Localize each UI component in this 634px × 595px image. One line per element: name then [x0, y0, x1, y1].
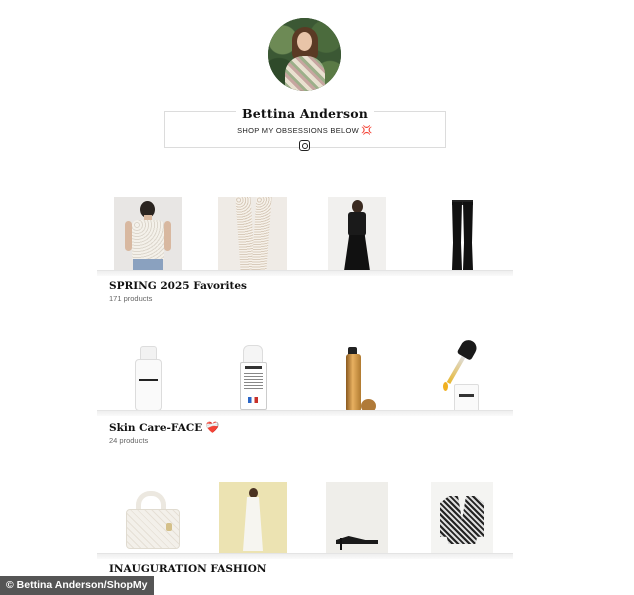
product-handbag[interactable]	[120, 489, 186, 555]
shelf-divider	[97, 270, 513, 276]
collection-title[interactable]: SPRING 2025 Favorites	[109, 280, 247, 292]
profile-name: Bettina Anderson	[164, 106, 446, 121]
product-serum-dropper[interactable]	[440, 340, 482, 414]
product-lace-pants[interactable]	[218, 197, 287, 271]
shelf-divider	[97, 553, 513, 559]
photo-credit: © Bettina Anderson/ShopMy	[0, 576, 154, 595]
product-foam-cleanser[interactable]	[130, 343, 168, 413]
product-black-heels[interactable]	[326, 482, 388, 554]
collection-count: 171 products	[109, 294, 153, 303]
anger-symbol-icon: 💢	[361, 125, 373, 135]
product-lace-top[interactable]	[114, 197, 182, 271]
product-sunscreen[interactable]	[235, 343, 273, 413]
product-black-trousers[interactable]	[432, 197, 492, 271]
product-white-coat[interactable]	[219, 482, 287, 554]
instagram-icon[interactable]	[299, 140, 310, 151]
profile-tagline: SHOP MY OBSESSIONS BELOW 💢	[237, 125, 373, 135]
mending-heart-icon: ❤️‍🩹	[205, 421, 220, 434]
collection-title[interactable]: Skin Care-FACE ❤️‍🩹	[109, 421, 220, 434]
product-black-dress[interactable]	[328, 197, 386, 271]
product-tweed-jacket[interactable]	[431, 482, 493, 554]
product-tanning-spray[interactable]	[340, 343, 382, 413]
collection-count: 24 products	[109, 436, 149, 445]
collection-title[interactable]: INAUGURATION FASHION	[109, 563, 267, 575]
profile-avatar	[268, 18, 341, 91]
shelf-divider	[97, 410, 513, 416]
